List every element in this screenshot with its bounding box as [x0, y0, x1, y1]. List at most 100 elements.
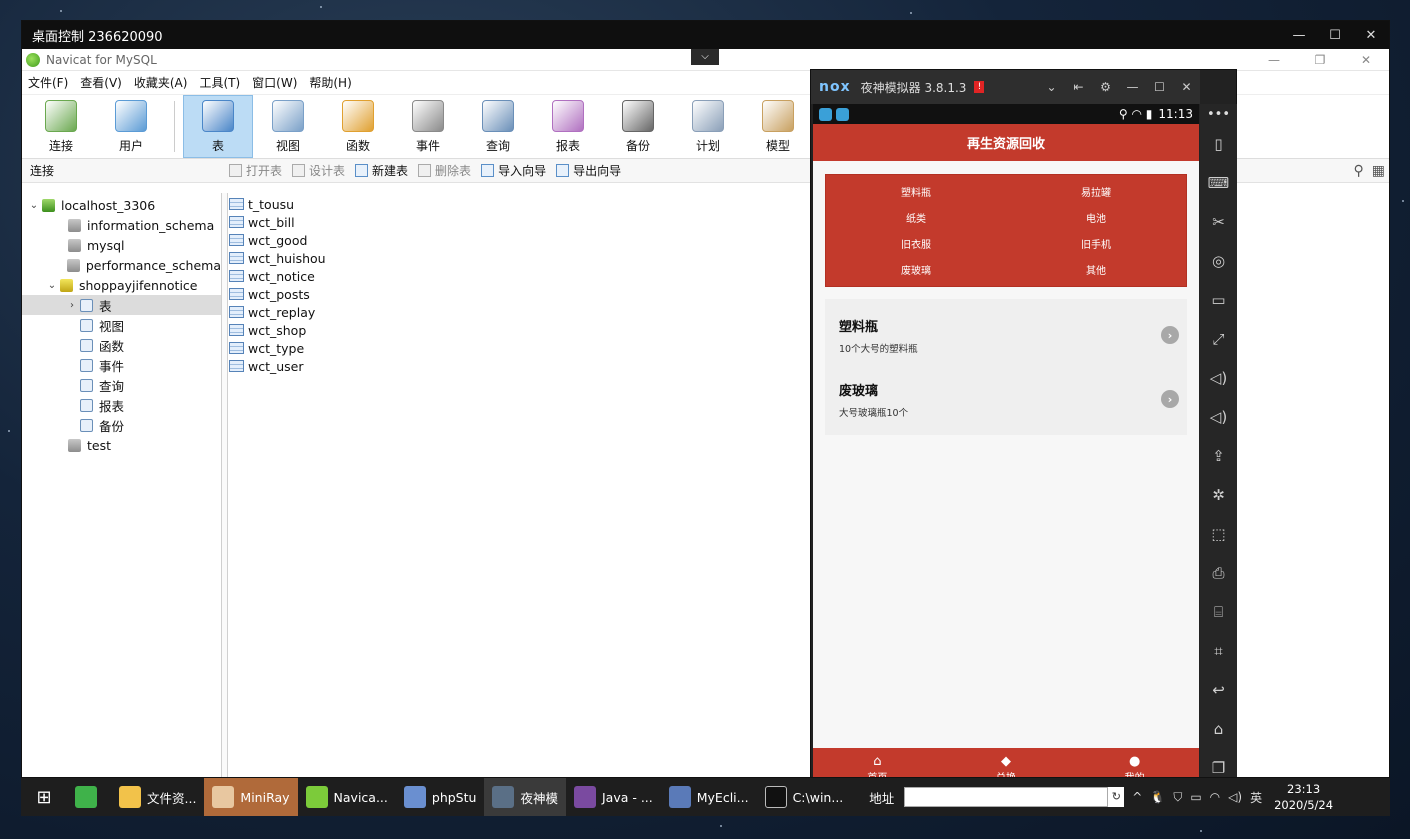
tree-node-function[interactable]: 函数: [22, 335, 221, 355]
security-icon[interactable]: ⛉: [1173, 790, 1182, 805]
toolbar-schedule-button[interactable]: 计划: [673, 95, 743, 158]
table-item[interactable]: wct_notice: [229, 267, 326, 285]
wifi-icon[interactable]: ◠: [1210, 790, 1220, 804]
toolbar-view-button[interactable]: 视图: [253, 95, 323, 158]
category-button[interactable]: 电池: [1006, 204, 1186, 230]
nox-menu-button[interactable]: ⌄: [1038, 80, 1065, 94]
toolbar-function-button[interactable]: 函数: [323, 95, 393, 158]
taskbar-cmd[interactable]: C:\win...: [757, 778, 852, 816]
taskbar-eclipse[interactable]: Java - ...: [566, 778, 661, 816]
grid-view-icon[interactable]: ▦: [1372, 163, 1385, 179]
toolbar-table-button[interactable]: 表: [183, 95, 253, 158]
category-button[interactable]: 旧衣服: [826, 231, 1006, 257]
chevron-icon[interactable]: ⌄: [28, 200, 40, 211]
toolbar-report-button[interactable]: 报表: [533, 95, 603, 158]
toolbar-model-button[interactable]: 模型: [743, 95, 813, 158]
taskbar-media-player[interactable]: [67, 778, 111, 816]
input-method-icon[interactable]: 英: [1250, 789, 1262, 806]
close-button[interactable]: ✕: [1353, 28, 1389, 43]
obj-action-button[interactable]: 打开表: [229, 162, 282, 179]
volume-icon[interactable]: ◁): [1228, 790, 1242, 804]
address-input[interactable]: [904, 787, 1109, 807]
keyboard-icon[interactable]: ⌨: [1200, 163, 1237, 202]
multi-instance-icon[interactable]: ⌸: [1200, 592, 1237, 631]
taskbar-navicat[interactable]: Navica...: [298, 778, 396, 816]
maximize-button[interactable]: ☐: [1317, 28, 1353, 43]
category-button[interactable]: 其他: [1006, 257, 1186, 283]
taskbar-clock[interactable]: 23:13 2020/5/24: [1274, 781, 1333, 813]
category-button[interactable]: 易拉罐: [1006, 178, 1186, 204]
taskbar-file-explorer[interactable]: 文件资...: [111, 778, 204, 816]
shake-icon[interactable]: ▯: [1200, 124, 1237, 163]
tab-0[interactable]: ⌂首页: [813, 748, 942, 777]
obj-action-button[interactable]: 导入向导: [481, 162, 546, 179]
tree-database[interactable]: performance_schema: [22, 255, 221, 275]
obj-action-button[interactable]: 导出向导: [556, 162, 621, 179]
fullscreen-icon[interactable]: ⤢: [1200, 319, 1237, 358]
navicat-titlebar[interactable]: Navicat for MySQL ⌵ — ❐ ✕: [22, 49, 1389, 71]
nox-minimize-button[interactable]: —: [1119, 80, 1146, 94]
nox-close-button[interactable]: ✕: [1173, 80, 1200, 94]
screen-icon[interactable]: ▭: [1200, 280, 1237, 319]
nox-pin-button[interactable]: ⇤: [1065, 80, 1092, 94]
navicat-close-button[interactable]: ✕: [1343, 53, 1389, 67]
navicat-restore-button[interactable]: ❐: [1297, 53, 1343, 67]
menu-tools[interactable]: 工具(T): [199, 74, 240, 91]
tree-database-open[interactable]: ⌄ shoppayjifennotice: [22, 275, 221, 295]
battery-icon[interactable]: ▭: [1190, 790, 1201, 804]
home-icon[interactable]: ⌂: [1200, 709, 1237, 748]
volume-down-icon[interactable]: ◁): [1200, 397, 1237, 436]
chevron-right-icon[interactable]: ›: [1161, 326, 1179, 344]
toolbar-query-button[interactable]: 查询: [463, 95, 533, 158]
qq-icon[interactable]: 🐧: [1150, 790, 1165, 804]
table-item[interactable]: wct_good: [229, 231, 326, 249]
more-icon[interactable]: •••: [1200, 104, 1237, 124]
table-item[interactable]: wct_type: [229, 339, 326, 357]
taskbar-phpstudy[interactable]: phpStu: [396, 778, 485, 816]
macro-icon[interactable]: ⬚: [1200, 514, 1237, 553]
taskbar-myeclipse[interactable]: MyEcli...: [661, 778, 757, 816]
address-go-button[interactable]: ↻: [1108, 787, 1125, 807]
screenshot-icon[interactable]: ✂: [1200, 202, 1237, 241]
volume-up-icon[interactable]: ◁): [1200, 358, 1237, 397]
toolbar-user-button[interactable]: 用户: [96, 95, 166, 158]
toolbar-backup-button[interactable]: 备份: [603, 95, 673, 158]
taskbar-miniray[interactable]: MiniRay: [204, 778, 298, 816]
taskbar-nox[interactable]: 夜神模: [484, 778, 566, 816]
category-button[interactable]: 旧手机: [1006, 231, 1186, 257]
nox-maximize-button[interactable]: ☐: [1146, 80, 1173, 94]
tree-database[interactable]: information_schema: [22, 215, 221, 235]
recent-apps-icon[interactable]: ❐: [1200, 748, 1237, 777]
tab-1[interactable]: ◆兑换: [942, 748, 1071, 777]
menu-view[interactable]: 查看(V): [80, 74, 122, 91]
table-item[interactable]: t_tousu: [229, 195, 326, 213]
category-button[interactable]: 纸类: [826, 204, 1006, 230]
tree-node-query[interactable]: 查询: [22, 375, 221, 395]
menu-window[interactable]: 窗口(W): [252, 74, 297, 91]
navicat-minimize-button[interactable]: —: [1251, 53, 1297, 67]
remote-desktop-titlebar[interactable]: 桌面控制 236620090 — ☐ ✕: [22, 21, 1389, 49]
list-item[interactable]: 塑料瓶 10个大号的塑料瓶 ›: [825, 303, 1187, 367]
menu-help[interactable]: 帮助(H): [309, 74, 351, 91]
show-hidden-icons[interactable]: ^: [1132, 790, 1142, 804]
loading-icon[interactable]: ✲: [1200, 475, 1237, 514]
apk-install-icon[interactable]: ⇪: [1200, 436, 1237, 475]
chevron-icon[interactable]: ⌄: [46, 280, 58, 291]
category-button[interactable]: 塑料瓶: [826, 178, 1006, 204]
tree-connection-localhost[interactable]: ⌄ localhost_3306: [22, 195, 221, 215]
tree-database[interactable]: mysql: [22, 235, 221, 255]
nox-update-badge[interactable]: !: [974, 81, 985, 93]
tab-2[interactable]: ●我的: [1070, 748, 1199, 777]
tree-node-event[interactable]: 事件: [22, 355, 221, 375]
toolbar-event-button[interactable]: 事件: [393, 95, 463, 158]
toolbar-connection-button[interactable]: 连接: [26, 95, 96, 158]
keymap-icon[interactable]: ⌗: [1200, 631, 1237, 670]
tree-node-report[interactable]: 报表: [22, 395, 221, 415]
table-item[interactable]: wct_shop: [229, 321, 326, 339]
minimize-button[interactable]: —: [1281, 28, 1317, 43]
table-item[interactable]: wct_bill: [229, 213, 326, 231]
obj-action-button[interactable]: 设计表: [292, 162, 345, 179]
tree-database[interactable]: test: [22, 435, 221, 455]
table-item[interactable]: wct_replay: [229, 303, 326, 321]
obj-action-button[interactable]: 新建表: [355, 162, 408, 179]
